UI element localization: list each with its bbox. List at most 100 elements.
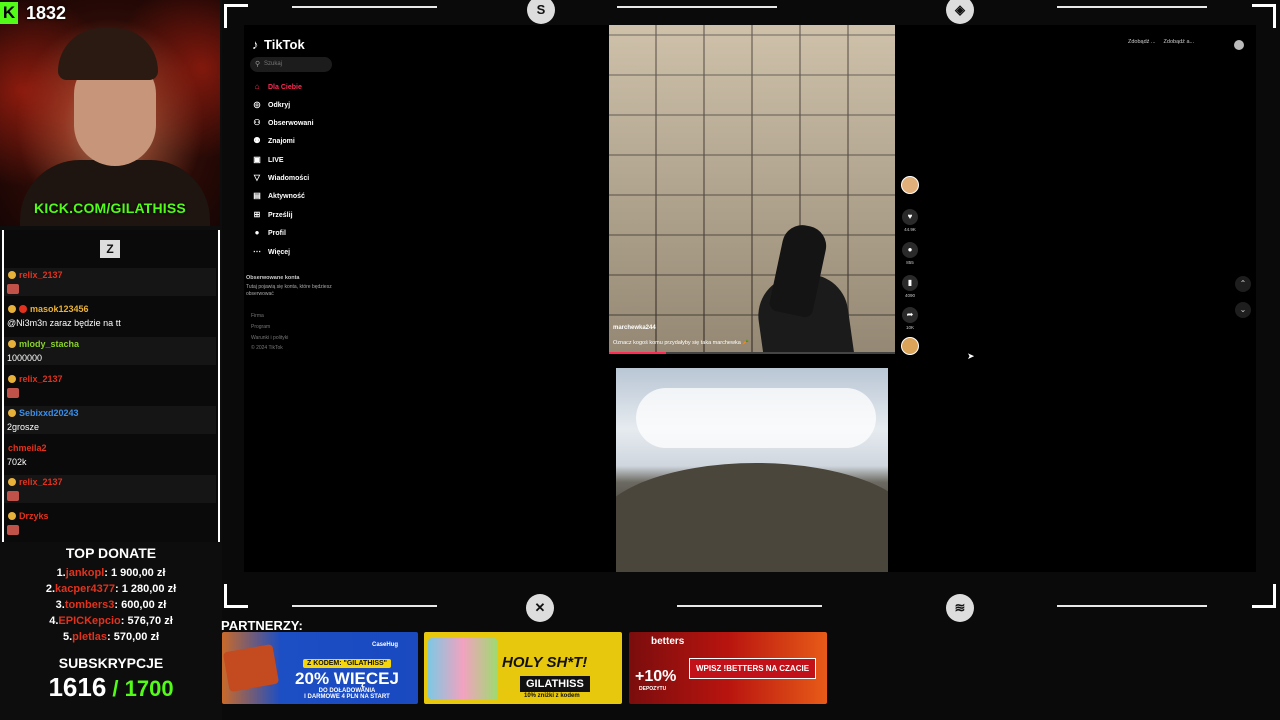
search-icon: ⚲	[255, 61, 261, 68]
scroll-down-button[interactable]: ⌄	[1235, 302, 1251, 318]
user-follow-icon: ⚇	[253, 118, 261, 127]
emote-icon	[7, 284, 19, 294]
chat-text: 1000000	[4, 351, 216, 365]
partner-banner-betters[interactable]: betters +10% DEPOZYTU WPISZ !BETTERS NA …	[629, 632, 827, 704]
bookmark-icon: ▮	[902, 275, 918, 291]
tiktok-note-icon: ♪	[252, 37, 259, 52]
upload-icon: ⊞	[253, 210, 261, 219]
nav-more[interactable]: ⋯ Więcej	[252, 246, 290, 260]
betters-percent: +10%	[635, 668, 677, 685]
footer-link[interactable]: Warunki i polityki	[251, 335, 288, 341]
emote-icon	[7, 491, 19, 501]
chat-username: mlody_stacha	[19, 339, 80, 349]
emote-icon	[7, 525, 19, 535]
partner-banner-holy[interactable]: HOLY SH*T! GILATHISS 10% zniżki z kodem	[424, 632, 622, 704]
avatar-icon: ●	[254, 228, 260, 237]
more-icon: ⋯	[253, 247, 261, 256]
footer-link[interactable]: Program	[251, 324, 270, 330]
holy-code: GILATHISS	[520, 676, 590, 692]
scroll-up-button[interactable]: ⌃	[1235, 276, 1251, 292]
chat-username: masok123456	[30, 304, 89, 314]
comment-button[interactable]: ● 855	[900, 242, 920, 265]
chat-username: chmeila2	[8, 443, 47, 453]
betters-cta: WPISZ !BETTERS NA CZACIE	[689, 658, 817, 679]
subs-title: SUBSKRYPCJE	[58, 655, 164, 671]
nav-messages[interactable]: ▽ Wiadomości	[252, 172, 309, 186]
chat-text: @Ni3m3n zaraz będzie na tt	[7, 318, 121, 328]
get-app-links[interactable]: Zdobądź ... Zdobądź a...	[1128, 39, 1202, 45]
partner-banner-casehug[interactable]: CaseHug Z KODEM: "GILATHISS" 20% WIĘCEJ …	[222, 632, 418, 704]
chat-logo-icon: Z	[100, 240, 120, 258]
share-icon: ➦	[902, 307, 918, 323]
video-player[interactable]: marchewka244 Oznacz kogoś komu przydałyb…	[609, 25, 895, 354]
footer-link[interactable]: Firma	[251, 313, 264, 319]
followed-accounts-desc: Tutaj pojawią się konta, które będziesz …	[246, 284, 332, 297]
save-button[interactable]: ▮ 4090	[900, 275, 920, 298]
subs-current: 1616	[48, 672, 107, 702]
case-icon	[222, 643, 280, 693]
chat-username: relix_2137	[19, 270, 63, 280]
search-input[interactable]: ⚲ Szukaj	[250, 57, 332, 72]
creator-avatar[interactable]	[901, 176, 919, 194]
like-button[interactable]: ♥ 44.9K	[900, 209, 920, 232]
product-cans-image	[428, 638, 498, 700]
nav-explore[interactable]: ◎ Odkryj	[252, 99, 291, 113]
get-app-link: Zdobądź a...	[1163, 39, 1195, 45]
holy-headline: HOLY SH*T!	[502, 654, 588, 671]
chat-username: relix_2137	[19, 374, 63, 384]
chat-message: mlody_stacha 1000000	[4, 337, 216, 365]
casehug-brand: CaseHug	[372, 642, 399, 648]
nav-live[interactable]: ▣ LIVE	[252, 154, 283, 168]
live-icon: ▣	[253, 155, 261, 164]
promo-code: Z KODEM: "GILATHISS"	[302, 659, 391, 668]
share-button[interactable]: ➦ 10K	[900, 307, 920, 330]
nav-upload[interactable]: ⊞ Prześlij	[252, 209, 293, 223]
video-player-next[interactable]	[616, 368, 888, 572]
donor-row: 3.tombers3: 600,00 zł	[55, 599, 167, 611]
profile-toggle-icon[interactable]	[1234, 40, 1244, 50]
subs-goal: / 1700	[106, 676, 174, 701]
tiktok-logo[interactable]: ♪ TikTok	[252, 37, 305, 52]
chat-message: masok123456 @Ni3m3n zaraz będzie na tt	[4, 302, 216, 330]
chat-message: Sebixxd20243 2grosze	[4, 406, 216, 434]
sound-disc-icon[interactable]	[901, 337, 919, 355]
donor-row: 5.pletlas: 570,00 zł	[62, 631, 160, 643]
betters-deposit: DEPOZYTU	[639, 686, 667, 692]
kick-logo-icon: K	[0, 2, 18, 24]
top-donate-panel: TOP DONATE 1.jankopl: 1 900,00 zł 2.kacp…	[0, 545, 222, 645]
promo-small: I DARMOWE 4 PLN NA START	[304, 694, 390, 700]
video-caption: Oznacz kogoś komu przydałyby się taka ma…	[613, 340, 750, 346]
nav-for-you[interactable]: ⌂ Dla Ciebie	[252, 81, 302, 95]
webcam-feed	[0, 0, 220, 226]
sponsor-logo-icon: ◈	[946, 0, 974, 24]
nav-profile[interactable]: ● Profil	[252, 227, 286, 241]
video-username[interactable]: marchewka244	[613, 325, 656, 331]
donor-row: 4.EPICKepcio: 576,70 zł	[49, 615, 173, 627]
top-donate-title: TOP DONATE	[65, 545, 157, 561]
chat-username: Sebixxd20243	[19, 408, 79, 418]
subs-counter: 1616 / 1700	[0, 672, 222, 703]
chat-username: relix_2137	[19, 477, 63, 487]
promo-headline: 20% WIĘCEJ	[295, 669, 399, 688]
followed-accounts-title: Obserwowane konta	[246, 275, 300, 281]
inbox-icon: ▤	[253, 191, 261, 200]
chat-text: 702k	[7, 457, 27, 467]
kick-url: KICK.COM/GILATHISS	[34, 200, 186, 216]
emote-icon	[7, 388, 19, 398]
comment-icon: ●	[902, 242, 918, 258]
nav-friends[interactable]: ⚉ Znajomi	[252, 135, 294, 149]
video-progress-bar[interactable]	[609, 352, 895, 354]
chat-message: chmeila2 702k	[4, 441, 216, 469]
partners-label: PARTNERZY:	[221, 618, 303, 633]
nav-following[interactable]: ⚇ Obserwowani	[252, 117, 313, 131]
chat-message: relix_2137	[4, 372, 216, 400]
footer-copyright: © 2024 TikTok	[251, 345, 283, 351]
chat-message: relix_2137	[4, 475, 216, 503]
chat-username: Drzyks	[19, 511, 49, 521]
home-icon: ⌂	[254, 82, 260, 91]
heart-icon: ♥	[902, 209, 918, 225]
get-coins-link: Zdobądź ...	[1128, 39, 1156, 45]
nav-activity[interactable]: ▤ Aktywność	[252, 190, 305, 204]
send-icon: ▽	[253, 173, 261, 182]
holy-promo: 10% zniżki z kodem	[524, 693, 580, 699]
